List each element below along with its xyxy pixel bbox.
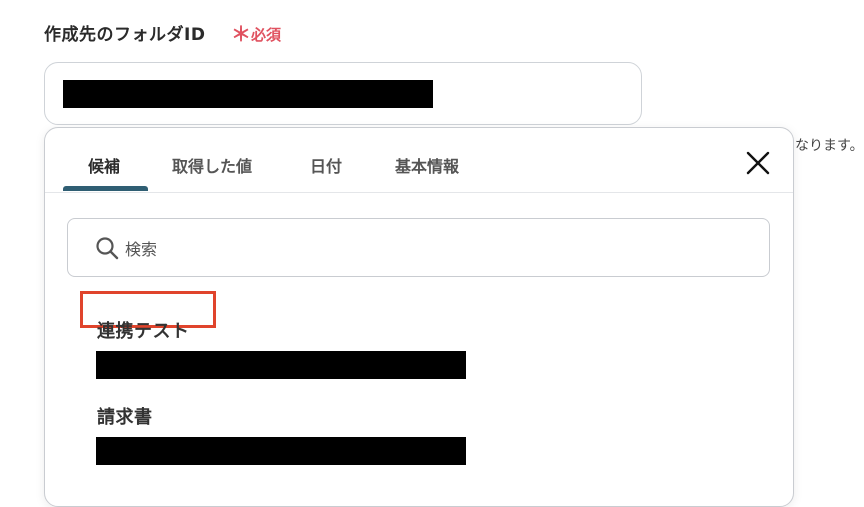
search-input[interactable] [123,235,727,263]
help-text: なります。 [795,138,864,154]
folder-id-input[interactable] [44,62,642,125]
search-icon [96,237,119,260]
field-label: 作成先のフォルダID [44,25,206,45]
list-item[interactable]: 請求書 [45,389,793,469]
tab-retrieved-values[interactable]: 取得した値 [172,153,252,177]
tab-date[interactable]: 日付 [310,153,342,177]
close-button[interactable] [745,150,771,176]
tab-basic-info[interactable]: 基本情報 [395,153,459,177]
tab-candidates[interactable]: 候補 [88,153,120,177]
redacted-item-id [96,351,466,379]
redacted-item-id [96,437,466,465]
item-title: 連携テスト [97,321,190,342]
list-item[interactable]: 連携テスト [45,291,793,383]
active-tab-indicator [63,186,148,191]
search-box [67,218,770,277]
tab-divider [45,192,793,193]
suggestion-dropdown: 候補 取得した値 日付 基本情報 連携テスト 請求書 [44,127,794,507]
close-icon [746,151,770,175]
required-label: 必須 [251,26,282,44]
required-star-icon: ＊ [231,22,251,46]
item-title: 請求書 [97,407,153,428]
redacted-input-value [63,80,433,108]
